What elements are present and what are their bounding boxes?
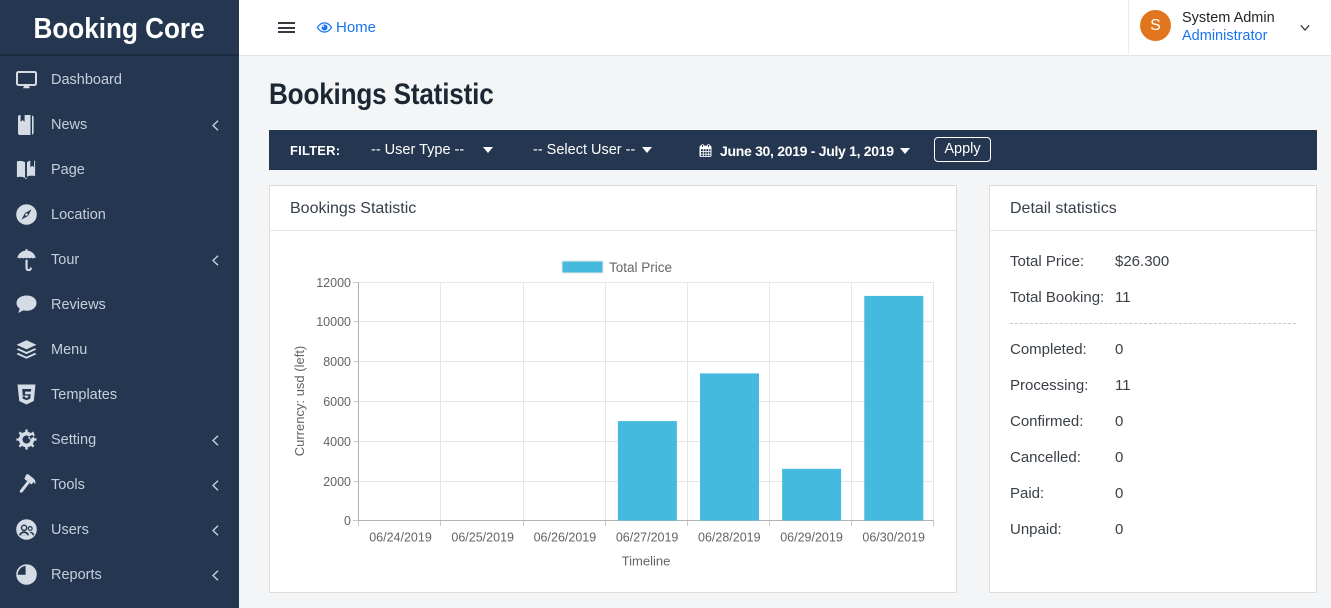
svg-text:06/25/2019: 06/25/2019 xyxy=(451,531,514,545)
svg-text:06/28/2019: 06/28/2019 xyxy=(698,531,761,545)
svg-text:6000: 6000 xyxy=(323,395,351,409)
svg-text:06/30/2019: 06/30/2019 xyxy=(862,531,925,545)
svg-text:10000: 10000 xyxy=(316,315,351,329)
svg-text:06/27/2019: 06/27/2019 xyxy=(616,531,679,545)
svg-text:2000: 2000 xyxy=(323,475,351,489)
svg-text:Currency: usd (left): Currency: usd (left) xyxy=(292,346,307,457)
svg-text:06/24/2019: 06/24/2019 xyxy=(369,531,432,545)
svg-text:8000: 8000 xyxy=(323,355,351,369)
svg-text:Timeline: Timeline xyxy=(622,554,671,569)
svg-text:12000: 12000 xyxy=(316,276,351,290)
svg-text:06/29/2019: 06/29/2019 xyxy=(780,531,843,545)
svg-text:4000: 4000 xyxy=(323,435,351,449)
svg-text:0: 0 xyxy=(344,514,351,528)
svg-text:06/26/2019: 06/26/2019 xyxy=(534,531,597,545)
svg-text:Total Price: Total Price xyxy=(609,260,672,275)
